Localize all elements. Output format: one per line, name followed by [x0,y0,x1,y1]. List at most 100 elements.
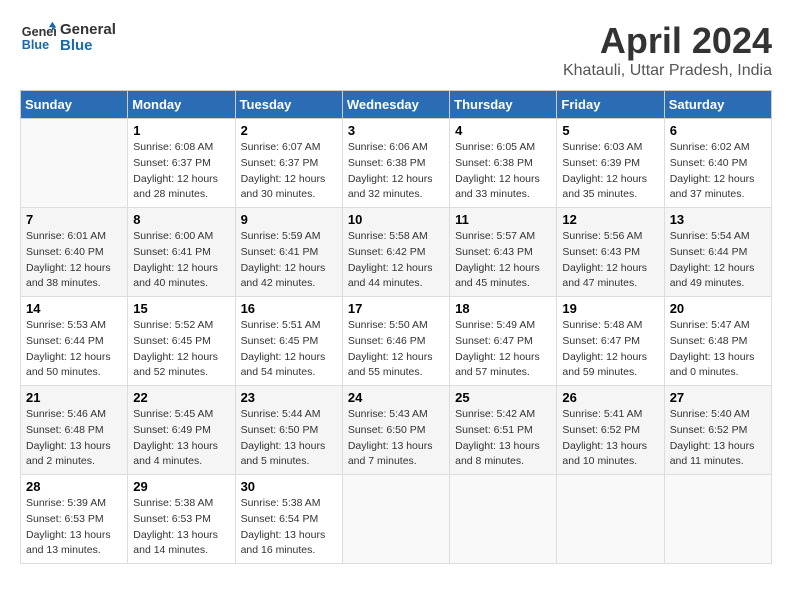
day-number: 30 [241,479,337,494]
day-number: 8 [133,212,229,227]
calendar-cell: 25 Sunrise: 5:42 AM Sunset: 6:51 PM Dayli… [450,386,557,475]
day-detail: Sunrise: 5:51 AM Sunset: 6:45 PM Dayligh… [241,318,337,381]
day-number: 28 [26,479,122,494]
day-detail: Sunrise: 5:50 AM Sunset: 6:46 PM Dayligh… [348,318,444,381]
day-number: 13 [670,212,766,227]
calendar-cell [557,475,664,564]
day-number: 17 [348,301,444,316]
day-number: 29 [133,479,229,494]
weekday-header-tuesday: Tuesday [235,91,342,119]
day-detail: Sunrise: 5:42 AM Sunset: 6:51 PM Dayligh… [455,407,551,470]
calendar-cell: 13 Sunrise: 5:54 AM Sunset: 6:44 PM Dayli… [664,208,771,297]
calendar-cell: 8Sunrise: 6:00 AM Sunset: 6:41 PM Daylig… [128,208,235,297]
day-detail: Sunrise: 5:49 AM Sunset: 6:47 PM Dayligh… [455,318,551,381]
calendar-cell: 3 Sunrise: 6:06 AM Sunset: 6:38 PM Daylig… [342,119,449,208]
calendar-cell: 1 Sunrise: 6:08 AM Sunset: 6:37 PM Daylig… [128,119,235,208]
calendar-week-row: 28 Sunrise: 5:39 AM Sunset: 6:53 PM Dayli… [21,475,772,564]
day-detail: Sunrise: 5:43 AM Sunset: 6:50 PM Dayligh… [348,407,444,470]
calendar-cell: 18 Sunrise: 5:49 AM Sunset: 6:47 PM Dayli… [450,297,557,386]
calendar-table: SundayMondayTuesdayWednesdayThursdayFrid… [20,90,772,564]
calendar-cell: 15Sunrise: 5:52 AM Sunset: 6:45 PM Dayli… [128,297,235,386]
day-number: 16 [241,301,337,316]
calendar-cell: 10 Sunrise: 5:58 AM Sunset: 6:42 PM Dayli… [342,208,449,297]
calendar-cell: 26 Sunrise: 5:41 AM Sunset: 6:52 PM Dayli… [557,386,664,475]
day-detail: Sunrise: 5:41 AM Sunset: 6:52 PM Dayligh… [562,407,658,470]
day-number: 6 [670,123,766,138]
day-detail: Sunrise: 6:06 AM Sunset: 6:38 PM Dayligh… [348,140,444,203]
day-detail: Sunrise: 5:40 AM Sunset: 6:52 PM Dayligh… [670,407,766,470]
calendar-cell: 21 Sunrise: 5:46 AM Sunset: 6:48 PM Dayli… [21,386,128,475]
day-number: 27 [670,390,766,405]
day-detail: Sunrise: 5:38 AM Sunset: 6:54 PM Dayligh… [241,496,337,559]
day-detail: Sunrise: 5:47 AM Sunset: 6:48 PM Dayligh… [670,318,766,381]
day-detail: Sunrise: 5:38 AM Sunset: 6:53 PM Dayligh… [133,496,229,559]
day-detail: Sunrise: 6:05 AM Sunset: 6:38 PM Dayligh… [455,140,551,203]
logo-text-general: General [60,22,116,39]
calendar-cell: 2 Sunrise: 6:07 AM Sunset: 6:37 PM Daylig… [235,119,342,208]
calendar-cell: 23Sunrise: 5:44 AM Sunset: 6:50 PM Dayli… [235,386,342,475]
page-title: April 2024 [563,20,772,62]
day-detail: Sunrise: 5:59 AM Sunset: 6:41 PM Dayligh… [241,229,337,292]
calendar-week-row: 7 Sunrise: 6:01 AM Sunset: 6:40 PM Daylig… [21,208,772,297]
weekday-header-friday: Friday [557,91,664,119]
calendar-cell: 19 Sunrise: 5:48 AM Sunset: 6:47 PM Dayli… [557,297,664,386]
calendar-cell [342,475,449,564]
logo: General Blue General Blue [20,20,116,56]
calendar-cell: 20Sunrise: 5:47 AM Sunset: 6:48 PM Dayli… [664,297,771,386]
day-number: 24 [348,390,444,405]
calendar-cell [450,475,557,564]
day-detail: Sunrise: 6:02 AM Sunset: 6:40 PM Dayligh… [670,140,766,203]
day-number: 18 [455,301,551,316]
day-number: 9 [241,212,337,227]
calendar-cell [664,475,771,564]
day-number: 10 [348,212,444,227]
day-number: 2 [241,123,337,138]
calendar-week-row: 21 Sunrise: 5:46 AM Sunset: 6:48 PM Dayli… [21,386,772,475]
day-detail: Sunrise: 6:07 AM Sunset: 6:37 PM Dayligh… [241,140,337,203]
calendar-cell: 24 Sunrise: 5:43 AM Sunset: 6:50 PM Dayli… [342,386,449,475]
weekday-header-monday: Monday [128,91,235,119]
day-detail: Sunrise: 5:54 AM Sunset: 6:44 PM Dayligh… [670,229,766,292]
calendar-cell: 11 Sunrise: 5:57 AM Sunset: 6:43 PM Dayli… [450,208,557,297]
day-number: 25 [455,390,551,405]
calendar-cell: 22 Sunrise: 5:45 AM Sunset: 6:49 PM Dayli… [128,386,235,475]
calendar-week-row: 14Sunrise: 5:53 AM Sunset: 6:44 PM Dayli… [21,297,772,386]
weekday-header-row: SundayMondayTuesdayWednesdayThursdayFrid… [21,91,772,119]
day-detail: Sunrise: 5:45 AM Sunset: 6:49 PM Dayligh… [133,407,229,470]
day-number: 21 [26,390,122,405]
day-number: 15 [133,301,229,316]
day-number: 22 [133,390,229,405]
day-detail: Sunrise: 5:56 AM Sunset: 6:43 PM Dayligh… [562,229,658,292]
day-detail: Sunrise: 5:57 AM Sunset: 6:43 PM Dayligh… [455,229,551,292]
page-header: General Blue General Blue April 2024 Kha… [20,20,772,80]
day-number: 3 [348,123,444,138]
day-detail: Sunrise: 5:48 AM Sunset: 6:47 PM Dayligh… [562,318,658,381]
weekday-header-sunday: Sunday [21,91,128,119]
calendar-cell: 12Sunrise: 5:56 AM Sunset: 6:43 PM Dayli… [557,208,664,297]
calendar-cell: 28 Sunrise: 5:39 AM Sunset: 6:53 PM Dayli… [21,475,128,564]
weekday-header-wednesday: Wednesday [342,91,449,119]
calendar-cell: 27 Sunrise: 5:40 AM Sunset: 6:52 PM Dayli… [664,386,771,475]
day-detail: Sunrise: 5:58 AM Sunset: 6:42 PM Dayligh… [348,229,444,292]
day-number: 14 [26,301,122,316]
logo-text-blue: Blue [60,38,116,55]
calendar-cell: 17 Sunrise: 5:50 AM Sunset: 6:46 PM Dayli… [342,297,449,386]
day-detail: Sunrise: 5:46 AM Sunset: 6:48 PM Dayligh… [26,407,122,470]
weekday-header-thursday: Thursday [450,91,557,119]
day-number: 26 [562,390,658,405]
calendar-cell: 9 Sunrise: 5:59 AM Sunset: 6:41 PM Daylig… [235,208,342,297]
svg-text:Blue: Blue [22,38,49,52]
title-block: April 2024 Khatauli, Uttar Pradesh, Indi… [563,20,772,80]
day-number: 19 [562,301,658,316]
day-detail: Sunrise: 5:39 AM Sunset: 6:53 PM Dayligh… [26,496,122,559]
day-detail: Sunrise: 5:44 AM Sunset: 6:50 PM Dayligh… [241,407,337,470]
day-number: 7 [26,212,122,227]
calendar-week-row: 1 Sunrise: 6:08 AM Sunset: 6:37 PM Daylig… [21,119,772,208]
day-detail: Sunrise: 6:01 AM Sunset: 6:40 PM Dayligh… [26,229,122,292]
calendar-cell: 30 Sunrise: 5:38 AM Sunset: 6:54 PM Dayli… [235,475,342,564]
day-detail: Sunrise: 6:08 AM Sunset: 6:37 PM Dayligh… [133,140,229,203]
calendar-cell: 6 Sunrise: 6:02 AM Sunset: 6:40 PM Daylig… [664,119,771,208]
day-number: 1 [133,123,229,138]
day-number: 11 [455,212,551,227]
calendar-cell: 16 Sunrise: 5:51 AM Sunset: 6:45 PM Dayli… [235,297,342,386]
